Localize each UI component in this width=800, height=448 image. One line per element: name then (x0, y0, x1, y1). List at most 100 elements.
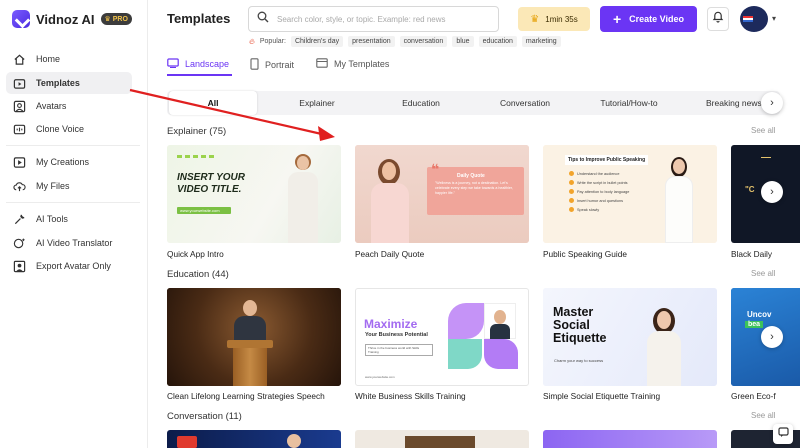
credit-timer[interactable]: ♛ 1min 35s (518, 7, 590, 31)
translate-icon (13, 237, 26, 250)
pro-badge: ♛ PRO (100, 13, 132, 25)
sidebar-item-label: Avatars (36, 101, 67, 111)
chevron-right-icon: › (770, 186, 774, 198)
thumb-subtitle: Charm your way to success (554, 358, 604, 363)
tab-label: Landscape (185, 59, 230, 69)
sidebar-item-ai-video-translator[interactable]: AI Video Translator (6, 232, 132, 254)
thumb-title: Maximize (364, 317, 418, 331)
template-card-conversation-3[interactable] (543, 430, 717, 448)
see-all-conversation[interactable]: See all (751, 411, 775, 420)
create-video-button[interactable]: + Create Video (600, 6, 697, 32)
chevron-right-icon: › (770, 97, 774, 109)
template-card-conversation-1[interactable] (167, 430, 341, 448)
popular-tag[interactable]: education (478, 36, 517, 47)
sidebar-item-my-creations[interactable]: My Creations (6, 151, 132, 173)
chat-support-button[interactable] (773, 424, 793, 444)
popular-tag[interactable]: presentation (348, 36, 395, 47)
sidebar-item-label: Templates (36, 78, 80, 88)
template-card-white-business-skills[interactable]: Maximize Your Business Potential Thrive … (355, 288, 529, 386)
chevron-down-icon[interactable]: ▾ (772, 14, 776, 23)
tab-label: Portrait (265, 60, 295, 70)
popular-tag[interactable]: Children's day (290, 36, 344, 47)
chevron-right-icon: › (770, 331, 774, 343)
thumb-list: Understand the audience Write the script… (569, 169, 651, 214)
app-root: Vidnoz AI ♛ PRO Home Templates Avatars C… (0, 0, 800, 448)
play-icon (13, 156, 26, 169)
thumb-list-item: Insert humor and questions (569, 196, 651, 205)
section-title-explainer: Explainer (75) (167, 126, 227, 137)
page-title: Templates (167, 11, 231, 26)
category-all[interactable]: All (169, 91, 257, 115)
notification-button[interactable] (707, 7, 729, 31)
presenter-head (297, 156, 309, 170)
my-templates-icon (316, 58, 328, 70)
quote-mark-icon: ❝ (431, 161, 440, 177)
template-card-clean-lifelong-learning[interactable] (167, 288, 341, 386)
sidebar-item-templates[interactable]: Templates (6, 72, 132, 94)
presenter-body (647, 331, 681, 386)
explainer-next-button[interactable]: › (761, 181, 783, 203)
sidebar-item-label: My Files (36, 181, 70, 191)
presenter-head (287, 434, 301, 448)
template-card-label: White Business Skills Training (355, 391, 466, 401)
section-title-education: Education (44) (167, 269, 229, 280)
template-card-conversation-2[interactable] (355, 430, 529, 448)
tab-label: My Templates (334, 59, 390, 69)
sidebar-item-label: Home (36, 54, 61, 64)
sidebar-item-avatars[interactable]: Avatars (6, 95, 132, 117)
active-tab-indicator (167, 74, 232, 76)
thumb-title: Tips to Improve Public Speaking (565, 155, 649, 165)
search-input[interactable] (277, 14, 487, 24)
tab-portrait[interactable]: Portrait (250, 58, 294, 72)
sidebar-divider (6, 202, 140, 203)
popular-tag[interactable]: marketing (521, 36, 561, 47)
sidebar: Vidnoz AI ♛ PRO Home Templates Avatars C… (0, 0, 148, 448)
see-all-education[interactable]: See all (751, 269, 775, 278)
thumb-title: "C (745, 185, 755, 194)
sidebar-item-export-avatar-only[interactable]: Export Avatar Only (6, 255, 132, 277)
user-avatar[interactable] (740, 6, 768, 32)
popular-tag[interactable]: conversation (399, 36, 448, 47)
thumb-title: Master Social Etiquette (553, 305, 607, 345)
category-next-button[interactable]: › (761, 92, 783, 114)
sidebar-divider (6, 145, 140, 146)
template-card-peach-daily-quote[interactable]: ❝ Daily Quote "Wellness is a journey, no… (355, 145, 529, 243)
portrait-icon (250, 58, 259, 72)
category-education[interactable]: Education (378, 91, 464, 115)
section-title-conversation: Conversation (11) (167, 411, 242, 422)
sidebar-item-home[interactable]: Home (6, 48, 132, 70)
podium-top (227, 340, 273, 348)
template-card-public-speaking-guide[interactable]: Tips to Improve Public Speaking Understa… (543, 145, 717, 243)
create-video-label: Create Video (629, 14, 685, 24)
template-card-label: Green Eco-f (731, 391, 776, 401)
search-box[interactable] (248, 6, 499, 32)
sidebar-item-label: AI Tools (36, 214, 68, 224)
avatar-icon (13, 100, 26, 113)
template-card-quick-app-intro[interactable]: INSERT YOUR VIDEO TITLE. www.yourwebsite… (167, 145, 341, 243)
vidnoz-logo-icon (12, 10, 30, 28)
category-explainer[interactable]: Explainer (274, 91, 360, 115)
sidebar-item-my-files[interactable]: My Files (6, 175, 132, 197)
thumb-url: www.yourwebsite.com (365, 375, 395, 379)
sidebar-item-clone-voice[interactable]: Clone Voice (6, 118, 132, 140)
thumb-shape (448, 339, 482, 369)
category-conversation[interactable]: Conversation (482, 91, 568, 115)
template-card-label: Peach Daily Quote (355, 249, 425, 259)
education-next-button[interactable]: › (761, 326, 783, 348)
category-tutorial[interactable]: Tutorial/How-to (586, 91, 672, 115)
category-bar (167, 91, 780, 115)
thumb-title: Uncov (747, 310, 772, 319)
template-card-simple-social-etiquette[interactable]: Master Social Etiquette Charm your way t… (543, 288, 717, 386)
tab-landscape[interactable]: Landscape (167, 58, 229, 70)
presenter-head (243, 300, 257, 316)
logo[interactable]: Vidnoz AI ♛ PRO (12, 8, 132, 30)
timer-value: 1min 35s (545, 14, 578, 24)
popular-tag[interactable]: blue (452, 36, 474, 47)
thumb-subtitle: Your Business Potential (365, 332, 428, 338)
thumb-decoration (405, 436, 475, 448)
tab-my-templates[interactable]: My Templates (316, 58, 389, 70)
thumb-title: INSERT YOUR VIDEO TITLE. (177, 172, 245, 195)
see-all-explainer[interactable]: See all (751, 126, 775, 135)
sidebar-item-ai-tools[interactable]: AI Tools (6, 208, 132, 230)
tools-icon (13, 213, 26, 226)
